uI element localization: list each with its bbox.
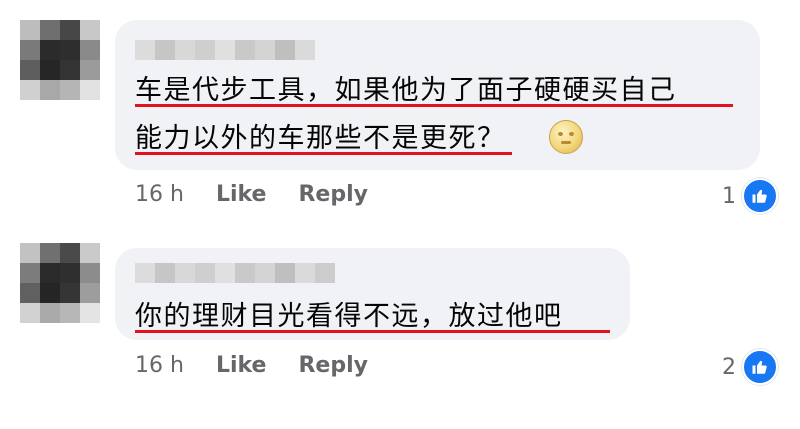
like-button[interactable]: Like xyxy=(216,182,267,207)
thumbs-up-icon xyxy=(742,178,778,214)
thumbs-up-icon xyxy=(742,349,778,385)
like-count: 2 xyxy=(722,354,736,380)
highlight-underline xyxy=(135,152,512,155)
reply-button[interactable]: Reply xyxy=(298,353,368,378)
comment-bubble: 你的理财目光看得不远，放过他吧 xyxy=(115,248,630,340)
comment-text-line: 车是代步工具，如果他为了面子硬硬买自己 xyxy=(135,75,677,106)
highlight-underline xyxy=(135,104,733,107)
comment-actions: 16 h Like Reply xyxy=(135,182,400,207)
like-count: 1 xyxy=(722,183,736,209)
commenter-name[interactable] xyxy=(135,40,315,60)
commenter-name[interactable] xyxy=(135,263,335,283)
reaction-count[interactable]: 1 xyxy=(722,178,778,214)
reaction-count[interactable]: 2 xyxy=(722,349,778,385)
comment-text-line: 能力以外的车那些不是更死？ xyxy=(135,123,506,154)
comment-bubble: 车是代步工具，如果他为了面子硬硬买自己 能力以外的车那些不是更死？ xyxy=(115,20,760,170)
highlight-underline xyxy=(135,330,610,333)
timestamp[interactable]: 16 h xyxy=(135,182,184,207)
like-button[interactable]: Like xyxy=(216,353,267,378)
comment-actions: 16 h Like Reply xyxy=(135,353,400,378)
timestamp[interactable]: 16 h xyxy=(135,353,184,378)
avatar[interactable] xyxy=(20,20,100,100)
reply-button[interactable]: Reply xyxy=(298,182,368,207)
avatar[interactable] xyxy=(20,243,100,323)
comment-text-line: 你的理财目光看得不远，放过他吧 xyxy=(135,301,563,332)
full-moon-face-icon xyxy=(549,120,583,154)
